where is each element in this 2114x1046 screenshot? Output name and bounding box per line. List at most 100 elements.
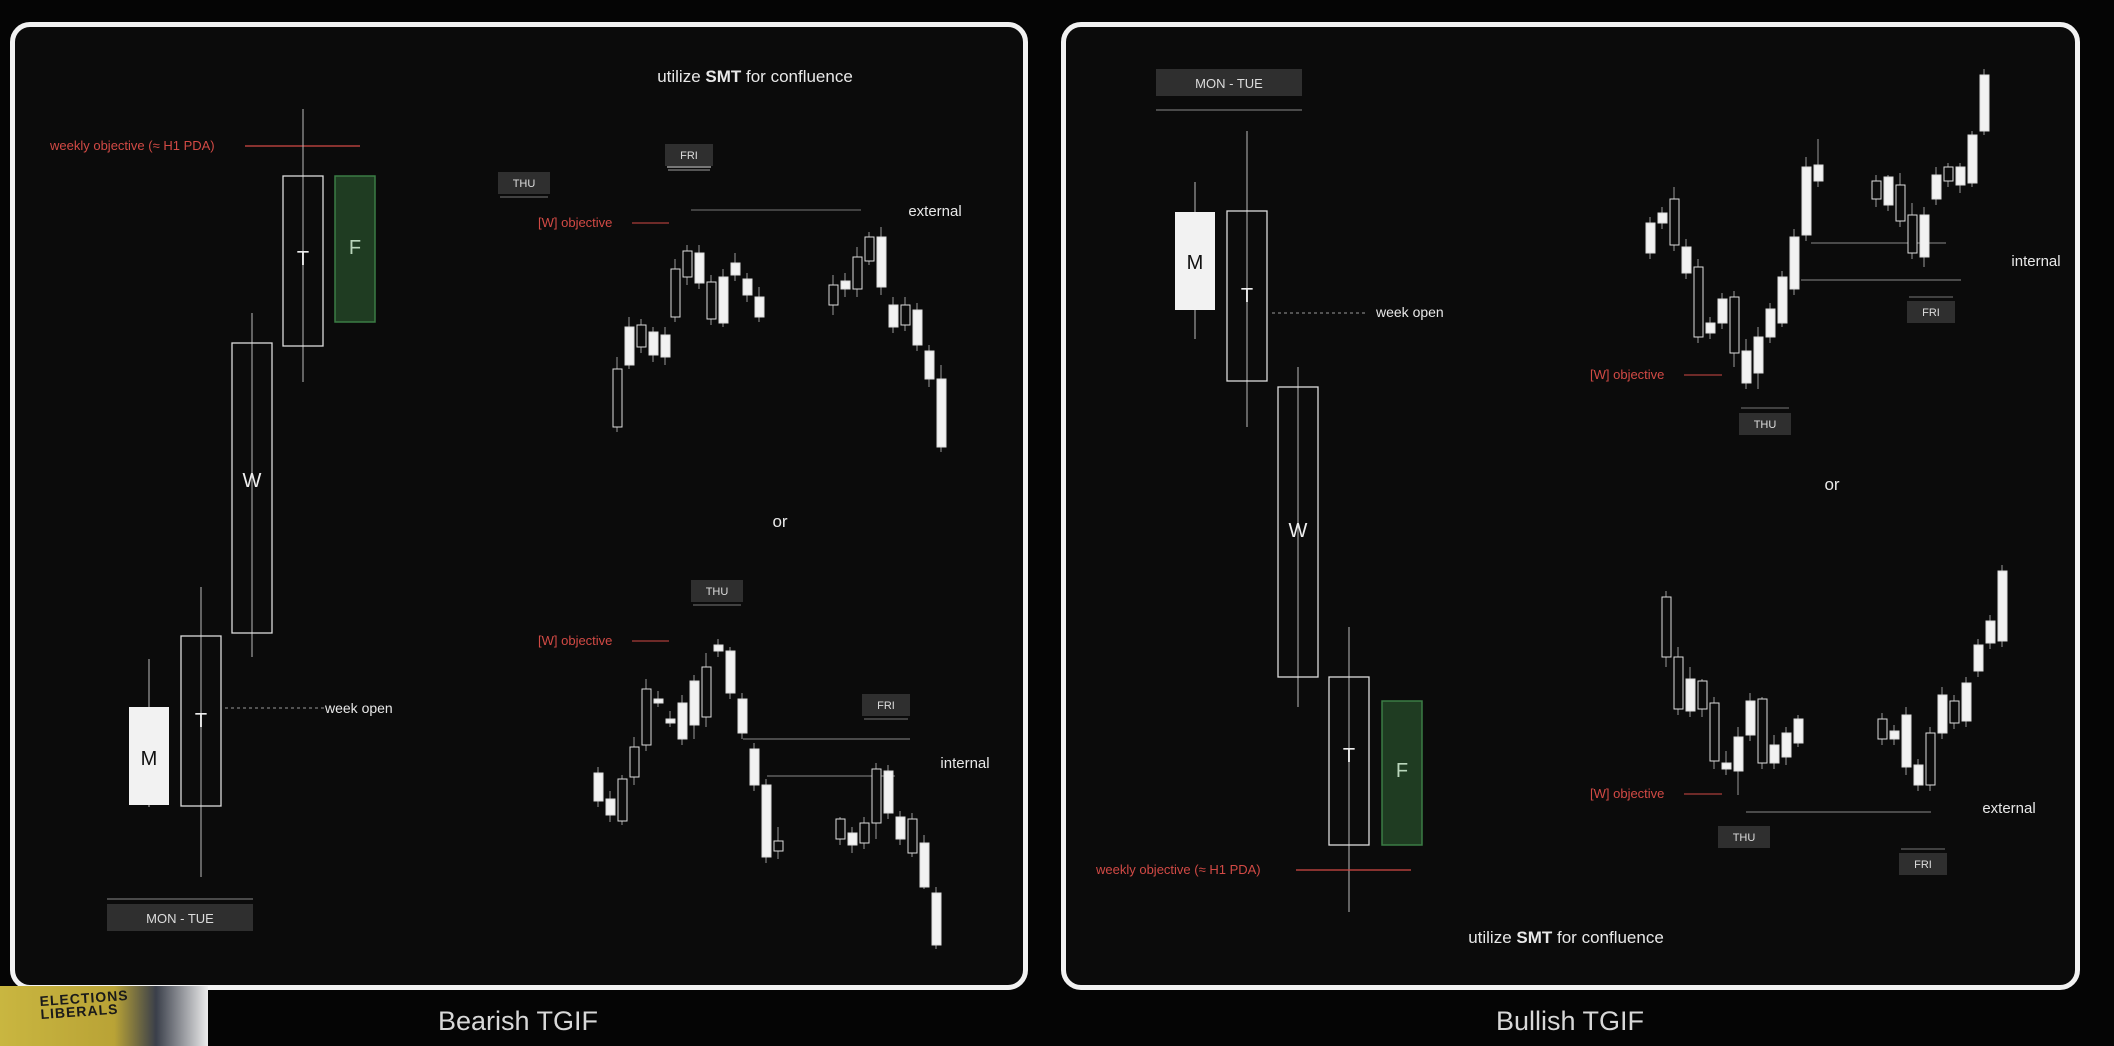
candle-11 <box>713 644 724 652</box>
candle-14 <box>1889 730 1900 740</box>
top-intraday-chart: FRI THU external [W] objective <box>498 144 962 452</box>
bottom-intraday-chart: THU [W] objective FRI internal <box>538 580 990 949</box>
bullish-tgif-panel: MON - TUE M T W T F week open weekly obj… <box>1061 22 2080 990</box>
candle-11 <box>1765 308 1776 338</box>
candle-12 <box>725 650 736 694</box>
candle-7 <box>1733 736 1744 772</box>
candle-12 <box>742 278 753 296</box>
candle-23 <box>907 818 918 854</box>
candle-24 <box>919 842 930 888</box>
candle-f-label: F <box>349 237 361 259</box>
week-open-label: week open <box>324 700 393 716</box>
weekly-objective-label: weekly objective (≈ H1 PDA) <box>49 138 215 153</box>
candle-14 <box>828 284 839 306</box>
candle-17 <box>864 236 875 262</box>
top-intraday-chart: internal FRI [W] objective THU <box>1590 69 2061 435</box>
candle-18 <box>847 832 858 846</box>
candle-13 <box>754 296 765 318</box>
bottom-intraday-chart: [W] objective external THU FRI <box>1590 565 2036 875</box>
candle-11 <box>730 262 741 276</box>
candle-1 <box>612 368 623 428</box>
candle-22 <box>924 350 935 380</box>
candle-t1-label: T <box>195 710 207 732</box>
candle-5 <box>660 334 671 358</box>
webcam-sign: ELECTIONS LIBERALS <box>39 986 130 1023</box>
candle-14 <box>1801 166 1812 236</box>
candle-8 <box>1729 296 1740 354</box>
candle-15 <box>1901 714 1912 768</box>
candles <box>593 639 942 949</box>
thu-label: THU <box>1754 419 1777 431</box>
candle-21 <box>1931 174 1942 200</box>
candle-t2-label: T <box>1343 745 1355 767</box>
candle-12 <box>1777 276 1788 324</box>
thu-label: THU <box>1733 832 1756 844</box>
candle-w-label: W <box>1289 520 1308 542</box>
candle-24 <box>1967 134 1978 184</box>
candle-5 <box>1709 702 1720 762</box>
candle-11 <box>1781 732 1792 758</box>
candle-9 <box>1741 350 1752 384</box>
candle-t2-label: T <box>297 248 309 270</box>
smt-confluence-label: utilize SMT for confluence <box>657 67 853 86</box>
w-objective-label-bottom: [W] objective <box>1590 786 1664 801</box>
candle-w-label: W <box>243 470 262 492</box>
candle-20 <box>871 768 882 824</box>
candle-10 <box>701 666 712 718</box>
candles <box>1645 69 1990 389</box>
bullish-tgif-caption: Bullish TGIF <box>1495 1006 1645 1036</box>
candle-4 <box>1681 246 1692 274</box>
or-label: or <box>772 512 787 531</box>
thu-label: THU <box>513 178 536 190</box>
candle-8 <box>677 702 688 740</box>
candle-3 <box>636 324 647 348</box>
candle-16 <box>773 840 784 852</box>
candle-t1-label: T <box>1241 285 1253 307</box>
bearish-diagram: utilize SMT for confluence weekly object… <box>49 67 990 949</box>
candle-18 <box>1937 694 1948 734</box>
external-label: external <box>908 203 961 220</box>
candle-20 <box>1961 682 1972 722</box>
mon-tue-label: MON - TUE <box>1195 76 1263 91</box>
candle-23 <box>1955 166 1966 186</box>
fri-label: FRI <box>680 150 698 162</box>
candle-4 <box>629 746 640 778</box>
candle-5 <box>641 688 652 746</box>
candle-4 <box>648 331 659 356</box>
bullish-diagram: MON - TUE M T W T F week open weekly obj… <box>1095 69 2061 947</box>
candle-1 <box>593 772 604 802</box>
w-objective-label-bottom: [W] objective <box>538 633 612 648</box>
candle-f-label: F <box>1396 760 1408 782</box>
candle-17 <box>835 818 846 840</box>
candles <box>1661 565 2008 795</box>
candle-5 <box>1693 266 1704 338</box>
internal-label: internal <box>2011 253 2060 270</box>
candle-21 <box>1973 644 1984 672</box>
candle-7 <box>682 250 693 278</box>
candle-13 <box>1877 718 1888 740</box>
external-label: external <box>1982 800 2035 817</box>
candle-21 <box>883 770 894 814</box>
candle-16 <box>1871 180 1882 200</box>
candle-2 <box>1657 212 1668 224</box>
candle-16 <box>1913 764 1924 786</box>
candle-23 <box>1997 570 2008 642</box>
candle-20 <box>1919 214 1930 258</box>
candle-25 <box>931 892 942 946</box>
fri-label: FRI <box>1914 859 1932 871</box>
candle-22 <box>895 816 906 840</box>
candle-18 <box>1895 184 1906 222</box>
candle-6 <box>1721 762 1732 770</box>
candle-10 <box>1753 336 1764 374</box>
candle-8 <box>694 252 705 284</box>
candle-19 <box>888 304 899 328</box>
smt-confluence-label: utilize SMT for confluence <box>1468 928 1664 947</box>
bearish-tgif-caption: Bearish TGIF <box>437 1006 599 1036</box>
candle-m-label: M <box>141 748 158 770</box>
candle-6 <box>653 698 664 704</box>
candle-9 <box>1757 698 1768 764</box>
candle-17 <box>1925 732 1936 786</box>
candle-1 <box>1661 596 1672 658</box>
candle-10 <box>1769 744 1780 764</box>
candle-15 <box>761 784 772 858</box>
